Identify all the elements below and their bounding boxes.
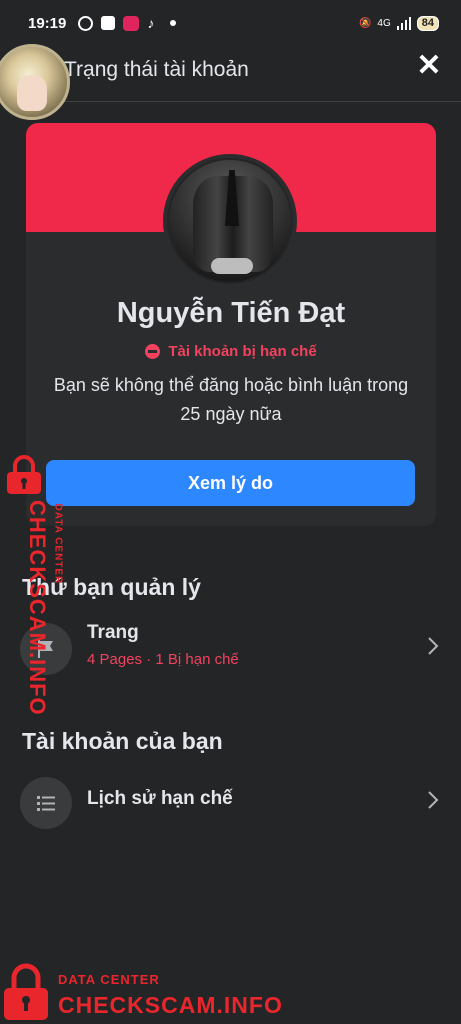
account-status-card: Nguyễn Tiến Đạt Tài khoản bị hạn chế Bạn… — [26, 123, 436, 526]
pages-row[interactable]: Trang 4 Pages · 1 Bị hạn chế — [20, 620, 441, 676]
account-section-title: Tài khoản của bạn — [22, 728, 223, 754]
watermark-side: CHECKSCAM.INFO DATA CENTER — [0, 450, 64, 716]
lock-icon — [7, 455, 41, 494]
see-reason-button[interactable]: Xem lý do — [46, 460, 415, 506]
restriction-label: Tài khoản bị hạn chế — [168, 343, 317, 360]
screen-record-icon — [123, 15, 140, 31]
signal-icon — [396, 16, 411, 30]
profile-picture — [163, 154, 297, 288]
profile-name: Nguyễn Tiến Đạt — [116, 297, 346, 329]
network-label: 4G — [377, 17, 391, 29]
pages-row-subtitle: 4 Pages · 1 Bị hạn chế — [87, 651, 239, 668]
list-icon — [37, 796, 55, 811]
mute-icon: 🔕 — [358, 17, 372, 29]
more-notifications-dot-icon — [170, 20, 177, 26]
watermark-bottom: DATA CENTER CHECKSCAM.INFO — [2, 962, 302, 1022]
restriction-history-title: Lịch sử hạn chế — [87, 788, 233, 809]
restriction-status: Tài khoản bị hạn chế — [26, 343, 436, 360]
restriction-description: Bạn sẽ không thể đăng hoặc bình luận tro… — [53, 375, 409, 424]
restriction-history-row[interactable]: Lịch sử hạn chế — [20, 774, 441, 830]
notification-icons: ♪ — [78, 14, 177, 31]
messenger-icon — [78, 15, 94, 31]
tiktok-icon: ♪ — [147, 14, 155, 31]
history-icon-circle — [20, 777, 72, 829]
restricted-icon — [145, 344, 161, 359]
chevron-right-icon — [428, 791, 439, 809]
watermark-subtitle: DATA CENTER — [58, 972, 160, 987]
close-icon: ✕ — [416, 49, 442, 82]
watermark-side-subtitle: DATA CENTER — [52, 503, 64, 585]
close-button[interactable]: ✕ — [415, 49, 443, 82]
battery-indicator: 84 — [416, 15, 439, 31]
watermark-side-brand: CHECKSCAM.INFO — [25, 500, 50, 716]
status-time: 19:19 — [28, 14, 67, 32]
watermark-brand: CHECKSCAM.INFO — [58, 992, 283, 1018]
user-avatar[interactable] — [0, 44, 70, 120]
chevron-right-icon — [428, 637, 439, 655]
status-bar: 19:19 ♪ 🔕 4G 84 — [0, 0, 461, 46]
status-right: 🔕 4G 84 — [358, 15, 439, 31]
page-title: Trạng thái tài khoản — [64, 58, 249, 81]
facebook-icon — [101, 16, 116, 30]
lock-icon — [4, 963, 48, 1020]
pages-row-title: Trang — [87, 622, 139, 643]
